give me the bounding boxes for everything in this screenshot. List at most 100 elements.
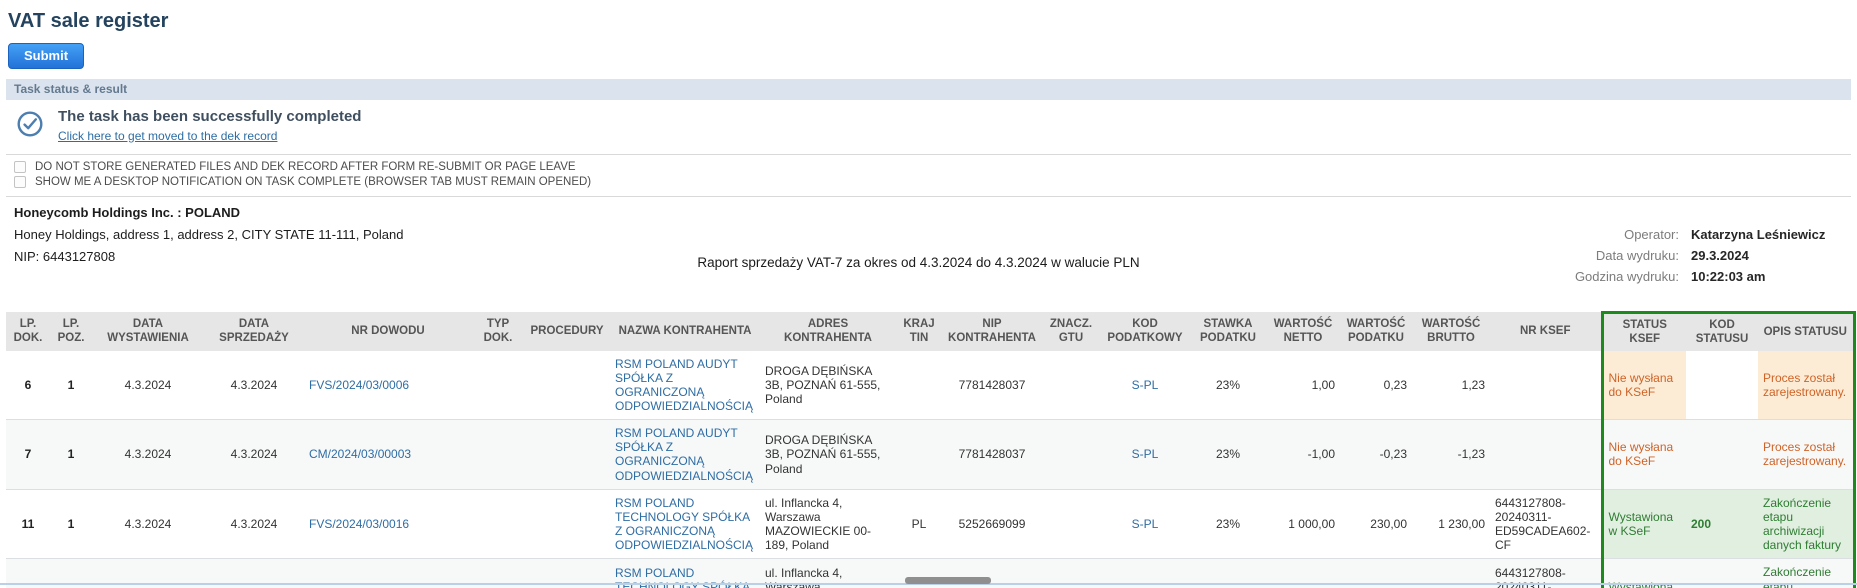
col-wartosc-netto: WARTOŚĆ NETTO	[1266, 312, 1340, 350]
nr-dowodu-link[interactable]: FVS/2024/03/0016	[309, 517, 409, 531]
cell-kraj-tin	[896, 420, 942, 490]
kod-podatkowy-link[interactable]: S-PL	[1132, 378, 1159, 392]
cell-data-wystawienia: 4.3.2024	[92, 351, 204, 420]
cell-brutto: 1,23	[1412, 351, 1490, 420]
col-lp-poz: LP. POZ.	[50, 312, 92, 350]
print-date-value: 29.3.2024	[1691, 248, 1841, 263]
cell-kraj-tin	[896, 351, 942, 420]
cell-kod-podatkowy: S-PL	[1100, 420, 1190, 490]
cell-znacz-gtu	[1042, 351, 1100, 420]
col-nip-kontrahenta: NIP KONTRAHENTA	[942, 312, 1042, 350]
option-row: DO NOT STORE GENERATED FILES AND DEK REC…	[14, 160, 1851, 175]
cell-status-ksef: Nie wysłana do KSeF	[1602, 351, 1686, 420]
print-time-label: Godzina wydruku:	[1575, 269, 1679, 284]
col-stawka-podatku: STAWKA PODATKU	[1190, 312, 1266, 350]
check-circle-icon	[16, 110, 44, 138]
nr-dowodu-link[interactable]: CM/2024/03/00003	[309, 447, 411, 461]
cell-data-sprzedazy: 4.3.2024	[204, 489, 304, 559]
print-time-value: 10:22:03 am	[1691, 269, 1841, 284]
cell-netto: 1,00	[1266, 351, 1340, 420]
col-procedury: PROCEDURY	[524, 312, 610, 350]
page-title: VAT sale register	[8, 10, 1851, 33]
desktop-notification-checkbox[interactable]	[14, 176, 26, 188]
cell-brutto: -1,23	[1412, 420, 1490, 490]
cell-lp-dok: 7	[6, 420, 50, 490]
col-nr-ksef: NR KSEF	[1490, 312, 1602, 350]
submit-button[interactable]: Submit	[8, 43, 84, 69]
nazwa-link[interactable]: RSM POLAND TECHNOLOGY SPÓŁKA Z OGRANICZO…	[615, 496, 753, 552]
cell-opis-statusu: Proces został zarejestrowany.	[1758, 351, 1854, 420]
cell-nr-ksef: 6443127808-20240311-ED59CADEA602-CF	[1490, 489, 1602, 559]
cell-typ-dok	[472, 420, 524, 490]
cell-procedury	[524, 420, 610, 490]
cell-znacz-gtu	[1042, 489, 1100, 559]
operator-value: Katarzyna Leśniewicz	[1691, 227, 1841, 242]
report-title: Raport sprzedaży VAT-7 za okres od 4.3.2…	[306, 255, 1531, 270]
task-success-block: The task has been successfully completed…	[6, 100, 1851, 154]
cell-lp-poz: 1	[50, 351, 92, 420]
cell-stawka: 23%	[1190, 420, 1266, 490]
col-nr-dowodu: NR DOWODU	[304, 312, 472, 350]
cell-typ-dok	[472, 489, 524, 559]
nazwa-link[interactable]: RSM POLAND AUDYT SPÓŁKA Z OGRANICZONĄ OD…	[615, 357, 753, 413]
col-status-ksef: STATUS KSEF	[1602, 312, 1686, 350]
cell-podatek: -0,23	[1340, 420, 1412, 490]
cell-podatek: 230,00	[1340, 489, 1412, 559]
task-status-bar: Task status & result	[6, 79, 1851, 100]
cell-lp-poz: 1	[50, 420, 92, 490]
cell-lp-poz: 1	[50, 489, 92, 559]
cell-nr-ksef	[1490, 351, 1602, 420]
cell-kod-podatkowy: S-PL	[1100, 489, 1190, 559]
dek-record-link[interactable]: Click here to get moved to the dek recor…	[58, 129, 277, 143]
col-wartosc-podatku: WARTOŚĆ PODATKU	[1340, 312, 1412, 350]
col-data-wystawienia: DATA WYSTAWIENIA	[92, 312, 204, 350]
cell-data-wystawienia: 4.3.2024	[92, 420, 204, 490]
nr-dowodu-link[interactable]: FVS/2024/03/0006	[309, 378, 409, 392]
do-not-store-label: DO NOT STORE GENERATED FILES AND DEK REC…	[35, 161, 576, 173]
cell-netto: 1 000,00	[1266, 489, 1340, 559]
col-kod-podatkowy: KOD PODATKOWY	[1100, 312, 1190, 350]
cell-data-sprzedazy: 4.3.2024	[204, 351, 304, 420]
cell-opis-statusu: Zakończenie etapu archiwizacji danych fa…	[1758, 489, 1854, 559]
task-success-title: The task has been successfully completed	[58, 108, 361, 127]
cell-kod-statusu	[1686, 351, 1758, 420]
cell-nazwa: RSM POLAND AUDYT SPÓŁKA Z OGRANICZONĄ OD…	[610, 420, 760, 490]
table-row: 714.3.20244.3.2024CM/2024/03/00003RSM PO…	[6, 420, 1854, 490]
table-body: 614.3.20244.3.2024FVS/2024/03/0006RSM PO…	[6, 351, 1854, 588]
col-znacz-gtu: ZNACZ. GTU	[1042, 312, 1100, 350]
cell-lp-dok: 11	[6, 489, 50, 559]
cell-lp-dok: 6	[6, 351, 50, 420]
cell-status-ksef: Wystawiona w KSeF	[1602, 489, 1686, 559]
col-nazwa-kontrahenta: NAZWA KONTRAHENTA	[610, 312, 760, 350]
vat-register-table: LP. DOK. LP. POZ. DATA WYSTAWIENIA DATA …	[6, 311, 1856, 588]
report-header-band: Honeycomb Holdings Inc. : POLAND Honey H…	[6, 205, 1851, 291]
col-lp-dok: LP. DOK.	[6, 312, 50, 350]
cell-nazwa: RSM POLAND AUDYT SPÓŁKA Z OGRANICZONĄ OD…	[610, 351, 760, 420]
nazwa-link[interactable]: RSM POLAND AUDYT SPÓŁKA Z OGRANICZONĄ OD…	[615, 426, 753, 482]
vat-table-wrap: LP. DOK. LP. POZ. DATA WYSTAWIENIA DATA …	[6, 311, 1851, 588]
col-adres-kontrahenta: ADRES KONTRAHENTA	[760, 312, 896, 350]
col-kod-statusu: KOD STATUSU	[1686, 312, 1758, 350]
vat-sale-register-page: VAT sale register Submit Task status & r…	[0, 0, 1857, 588]
col-typ-dok: TYP DOK.	[472, 312, 524, 350]
company-title: Honeycomb Holdings Inc. : POLAND	[14, 205, 403, 220]
col-opis-statusu: OPIS STATUSU	[1758, 312, 1854, 350]
col-kraj-tin: KRAJ TIN	[896, 312, 942, 350]
kod-podatkowy-link[interactable]: S-PL	[1132, 447, 1159, 461]
cell-adres: ul. Inflancka 4, Warszawa MAZOWIECKIE 00…	[760, 489, 896, 559]
options-section: DO NOT STORE GENERATED FILES AND DEK REC…	[6, 154, 1851, 197]
do-not-store-checkbox[interactable]	[14, 161, 26, 173]
kod-podatkowy-link[interactable]: S-PL	[1132, 517, 1159, 531]
print-date-label: Data wydruku:	[1575, 248, 1679, 263]
operator-label: Operator:	[1575, 227, 1679, 242]
cell-procedury	[524, 351, 610, 420]
cell-kod-statusu	[1686, 420, 1758, 490]
cell-kraj-tin: PL	[896, 489, 942, 559]
cell-opis-statusu: Proces został zarejestrowany.	[1758, 420, 1854, 490]
cell-nr-dowodu: CM/2024/03/00003	[304, 420, 472, 490]
col-wartosc-brutto: WARTOŚĆ BRUTTO	[1412, 312, 1490, 350]
table-row: 1114.3.20244.3.2024FVS/2024/03/0016RSM P…	[6, 489, 1854, 559]
cell-nr-dowodu: FVS/2024/03/0016	[304, 489, 472, 559]
horizontal-scrollbar-thumb[interactable]	[905, 577, 991, 584]
table-header-row: LP. DOK. LP. POZ. DATA WYSTAWIENIA DATA …	[6, 312, 1854, 350]
